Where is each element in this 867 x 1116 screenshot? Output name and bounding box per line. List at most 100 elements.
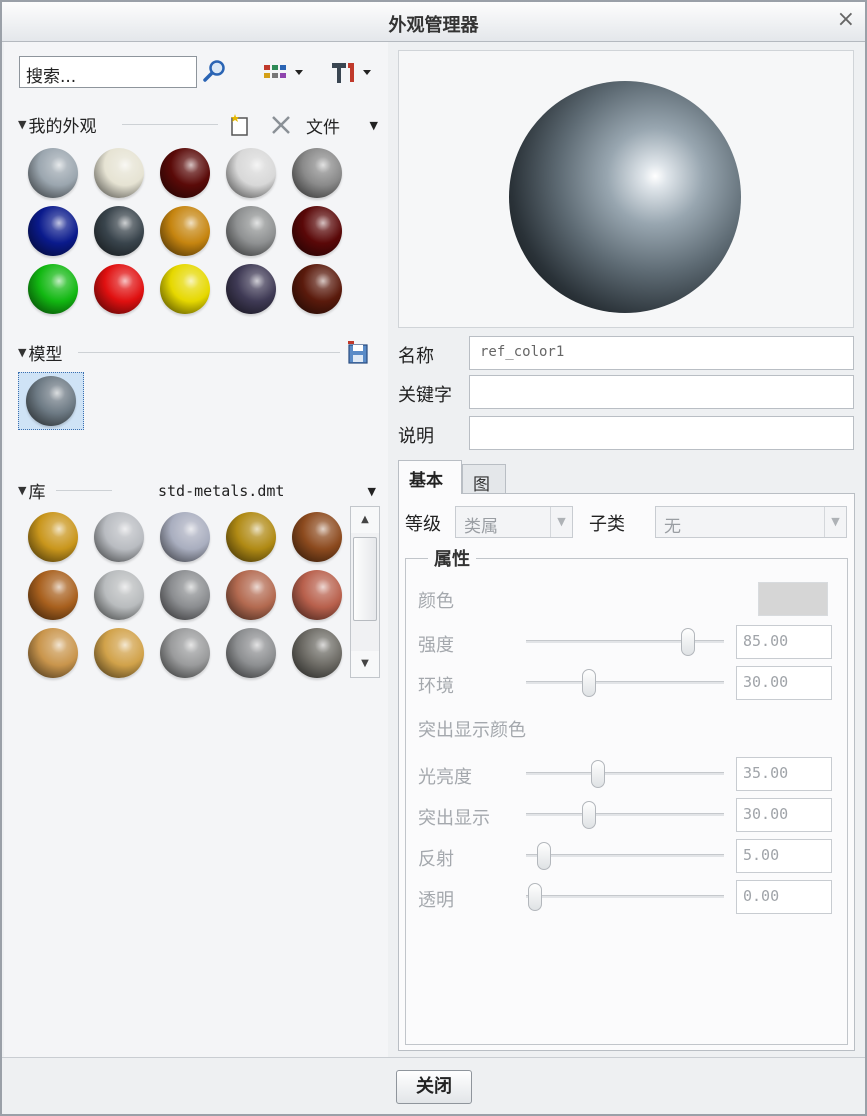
slider-value-input[interactable]: 30.00 (736, 666, 832, 700)
collapse-triangle-icon[interactable]: ▼ (18, 346, 26, 359)
name-input[interactable]: ref_color1 (469, 336, 854, 370)
property-slider[interactable] (526, 882, 724, 912)
file-menu[interactable]: 文件 ▼ (306, 112, 378, 138)
new-appearance-icon[interactable] (226, 112, 252, 138)
subclass-value: 无 (664, 517, 681, 537)
scroll-up-icon[interactable]: ▲ (351, 507, 379, 533)
appearance-swatch[interactable] (292, 264, 342, 314)
slider-thumb[interactable] (582, 669, 596, 697)
view-mode-icon[interactable] (262, 60, 308, 86)
preview-sphere (509, 81, 741, 313)
property-slider[interactable] (526, 668, 724, 698)
slider-value-input[interactable]: 5.00 (736, 839, 832, 873)
slider-track[interactable] (526, 772, 724, 775)
library-swatch[interactable] (226, 512, 276, 562)
appearance-swatch[interactable] (28, 206, 78, 256)
appearance-swatch[interactable] (160, 148, 210, 198)
property-slider[interactable] (526, 627, 724, 657)
slider-thumb[interactable] (681, 628, 695, 656)
appearance-swatch[interactable] (28, 148, 78, 198)
library-file-name: std-metals.dmt (158, 482, 285, 500)
library-swatch[interactable] (160, 512, 210, 562)
window-title: 外观管理器 (388, 15, 479, 36)
appearance-swatch[interactable] (292, 148, 342, 198)
description-input[interactable] (469, 416, 854, 450)
appearance-swatch[interactable] (226, 264, 276, 314)
scroll-thumb[interactable] (353, 537, 377, 621)
slider-label: 强度 (418, 635, 454, 656)
appearance-swatch[interactable] (160, 264, 210, 314)
appearance-preview (398, 50, 854, 328)
class-combo[interactable]: 类属 ▼ (455, 506, 573, 538)
slider-value-input[interactable]: 30.00 (736, 798, 832, 832)
library-swatch[interactable] (28, 570, 78, 620)
library-swatch[interactable] (160, 570, 210, 620)
appearance-swatch[interactable] (160, 206, 210, 256)
appearance-swatch[interactable] (292, 206, 342, 256)
model-swatch[interactable] (26, 376, 76, 426)
collapse-triangle-icon[interactable]: ▼ (18, 118, 26, 131)
library-swatch[interactable] (226, 570, 276, 620)
library-scrollbar[interactable]: ▲ ▼ (350, 506, 380, 678)
save-model-appearance-icon[interactable] (344, 338, 372, 366)
section-divider (122, 124, 218, 125)
close-button[interactable]: 关闭 (396, 1070, 472, 1104)
library-swatch[interactable] (292, 570, 342, 620)
subclass-combo[interactable]: 无 ▼ (655, 506, 847, 538)
library-swatch[interactable] (94, 570, 144, 620)
slider-thumb[interactable] (537, 842, 551, 870)
slider-track[interactable] (526, 681, 724, 684)
chevron-down-icon: ▼ (550, 507, 572, 537)
close-icon[interactable]: × (837, 7, 855, 32)
tab-map[interactable]: 图 (462, 464, 506, 495)
slider-value-input[interactable]: 0.00 (736, 880, 832, 914)
appearance-swatch[interactable] (226, 206, 276, 256)
library-swatch[interactable] (160, 628, 210, 678)
right-pane: 名称 ref_color1 关键字 说明 基本 图 等级 类属 ▼ 子类 无 ▼… (388, 42, 865, 1057)
basic-tab-panel: 等级 类属 ▼ 子类 无 ▼ 属性 颜色 突出显示颜色 强度 85.00 环境 30.… (398, 493, 855, 1051)
footer-bar: 关闭 (2, 1057, 865, 1114)
property-slider[interactable] (526, 800, 724, 830)
keyword-input[interactable] (469, 375, 854, 409)
chevron-down-icon: ▼ (824, 507, 846, 537)
appearance-swatch[interactable] (28, 264, 78, 314)
tools-menu-icon[interactable] (326, 58, 376, 86)
chevron-down-icon: ▼ (367, 484, 376, 498)
name-label: 名称 (398, 346, 434, 367)
slider-track[interactable] (526, 813, 724, 816)
delete-icon[interactable] (268, 112, 294, 138)
slider-value-input[interactable]: 35.00 (736, 757, 832, 791)
search-input[interactable]: 搜索... (19, 56, 197, 88)
tab-basic[interactable]: 基本 (398, 460, 462, 494)
library-swatch[interactable] (226, 628, 276, 678)
appearance-swatch[interactable] (94, 148, 144, 198)
search-icon[interactable] (200, 56, 230, 86)
library-swatch[interactable] (28, 628, 78, 678)
properties-group: 属性 颜色 突出显示颜色 强度 85.00 环境 30.00 光亮度 35.00 突出显示 3… (405, 545, 848, 1045)
slider-value-input[interactable]: 85.00 (736, 625, 832, 659)
class-value: 类属 (464, 517, 498, 537)
slider-track[interactable] (526, 895, 724, 898)
appearance-swatch[interactable] (94, 206, 144, 256)
library-swatch[interactable] (94, 628, 144, 678)
library-file-selector[interactable]: std-metals.dmt ▼ (158, 478, 376, 504)
property-slider[interactable] (526, 841, 724, 871)
collapse-triangle-icon[interactable]: ▼ (18, 484, 26, 497)
slider-track[interactable] (526, 854, 724, 857)
library-swatch[interactable] (292, 628, 342, 678)
library-swatch[interactable] (292, 512, 342, 562)
color-swatch-button[interactable] (758, 582, 828, 616)
library-swatch[interactable] (28, 512, 78, 562)
appearance-swatch[interactable] (226, 148, 276, 198)
highlight-color-label: 突出显示颜色 (418, 720, 526, 741)
class-label: 等级 (405, 514, 441, 535)
slider-thumb[interactable] (528, 883, 542, 911)
property-slider[interactable] (526, 759, 724, 789)
library-swatch[interactable] (94, 512, 144, 562)
scroll-down-icon[interactable]: ▼ (351, 651, 379, 677)
slider-thumb[interactable] (591, 760, 605, 788)
slider-thumb[interactable] (582, 801, 596, 829)
model-header[interactable]: ▼ 模型 (18, 340, 378, 365)
appearance-swatch[interactable] (94, 264, 144, 314)
title-bar: 外观管理器 × (2, 2, 865, 42)
